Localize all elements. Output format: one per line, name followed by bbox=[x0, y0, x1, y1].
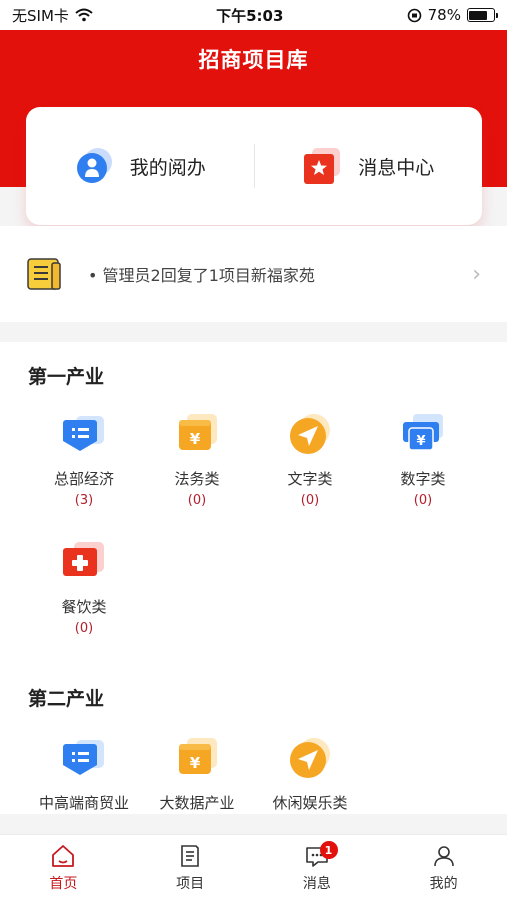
bottom-tab-bar: 首页 项目 消息 1 我的 bbox=[0, 834, 507, 900]
list-icon bbox=[63, 740, 104, 775]
industry-item-high-end-trade[interactable]: 中高端商贸业 bbox=[29, 734, 139, 813]
industry-item-leisure[interactable]: 休闲娱乐类 bbox=[255, 734, 365, 813]
industry-label: 餐饮类 bbox=[61, 598, 107, 616]
industry-item-digital[interactable]: ¥ 数字类 (0) bbox=[368, 410, 478, 508]
notice-row[interactable]: • 管理员2回复了1项目新福家苑 › bbox=[0, 226, 507, 322]
tab-label: 消息 bbox=[302, 875, 331, 892]
industry-item-hq-economy[interactable]: 总部经济 (3) bbox=[29, 410, 139, 508]
wifi-icon bbox=[75, 8, 93, 22]
industry-label: 数字类 bbox=[400, 470, 446, 488]
tab-messages[interactable]: 消息 1 bbox=[254, 835, 381, 900]
industry-count: (0) bbox=[74, 621, 94, 636]
industry-label: 总部经济 bbox=[53, 470, 114, 488]
industry-item-text[interactable]: 文字类 (0) bbox=[255, 410, 365, 508]
unread-badge: 1 bbox=[319, 841, 338, 859]
svg-text:¥: ¥ bbox=[416, 434, 425, 449]
battery-percent: 78% bbox=[427, 6, 461, 24]
section-title-secondary: 第二产业 bbox=[28, 688, 105, 710]
plus-icon bbox=[63, 542, 104, 576]
my-review-label: 我的阅办 bbox=[129, 156, 206, 179]
tab-label: 我的 bbox=[429, 875, 458, 892]
svg-text:¥: ¥ bbox=[190, 430, 201, 448]
industry-count: (3) bbox=[74, 493, 94, 508]
tab-label: 首页 bbox=[49, 875, 78, 892]
notice-document-icon bbox=[27, 258, 61, 290]
industry-label: 法务类 bbox=[174, 470, 220, 488]
quick-action-card: 我的阅办 消息中心 bbox=[26, 107, 482, 225]
battery-icon bbox=[466, 8, 498, 22]
industry-label: 大数据产业 bbox=[159, 794, 235, 812]
message-center-button[interactable]: 消息中心 bbox=[255, 146, 483, 186]
tab-profile[interactable]: 我的 bbox=[380, 835, 507, 900]
send-icon bbox=[290, 414, 330, 454]
status-bar: 无SIM卡 下午5:03 78% bbox=[0, 0, 507, 30]
industry-count: (0) bbox=[413, 493, 433, 508]
user-icon bbox=[433, 845, 454, 866]
industry-count: (0) bbox=[187, 493, 207, 508]
my-review-button[interactable]: 我的阅办 bbox=[26, 146, 254, 186]
star-message-icon bbox=[304, 148, 341, 184]
carrier-text: 无SIM卡 bbox=[12, 6, 69, 25]
tab-projects[interactable]: 项目 bbox=[127, 835, 254, 900]
industry-label: 休闲娱乐类 bbox=[272, 794, 348, 812]
industry-item-big-data[interactable]: ¥ 大数据产业 bbox=[142, 734, 252, 813]
orientation-lock-icon bbox=[407, 8, 421, 22]
industry-label: 中高端商贸业 bbox=[38, 794, 129, 812]
section-title-primary: 第一产业 bbox=[28, 366, 105, 388]
notice-text: • 管理员2回复了1项目新福家苑 bbox=[88, 266, 315, 285]
industry-count: (0) bbox=[300, 493, 320, 508]
yen-wallet-icon: ¥ bbox=[179, 414, 217, 450]
tab-label: 项目 bbox=[176, 875, 205, 892]
chevron-right-icon: › bbox=[472, 261, 481, 287]
document-person-icon bbox=[76, 148, 112, 183]
page-title: 招商项目库 bbox=[198, 48, 309, 72]
document-icon bbox=[181, 844, 199, 867]
tab-home[interactable]: 首页 bbox=[0, 835, 127, 900]
industry-item-catering[interactable]: 餐饮类 (0) bbox=[29, 538, 139, 636]
message-center-label: 消息中心 bbox=[358, 156, 435, 179]
send-icon bbox=[290, 738, 330, 778]
svg-text:¥: ¥ bbox=[190, 754, 201, 772]
industry-item-legal[interactable]: ¥ 法务类 (0) bbox=[142, 410, 252, 508]
home-icon bbox=[52, 844, 75, 867]
industry-label: 文字类 bbox=[287, 470, 333, 488]
clock: 下午5:03 bbox=[216, 6, 284, 25]
industry-content: 第一产业 总部经济 (3) ¥ 法务类 (0) 文字类 (0) ¥ 数字类 (0… bbox=[0, 342, 507, 814]
yen-card-icon: ¥ bbox=[403, 414, 443, 451]
list-icon bbox=[63, 416, 104, 451]
yen-wallet-icon: ¥ bbox=[179, 738, 217, 774]
